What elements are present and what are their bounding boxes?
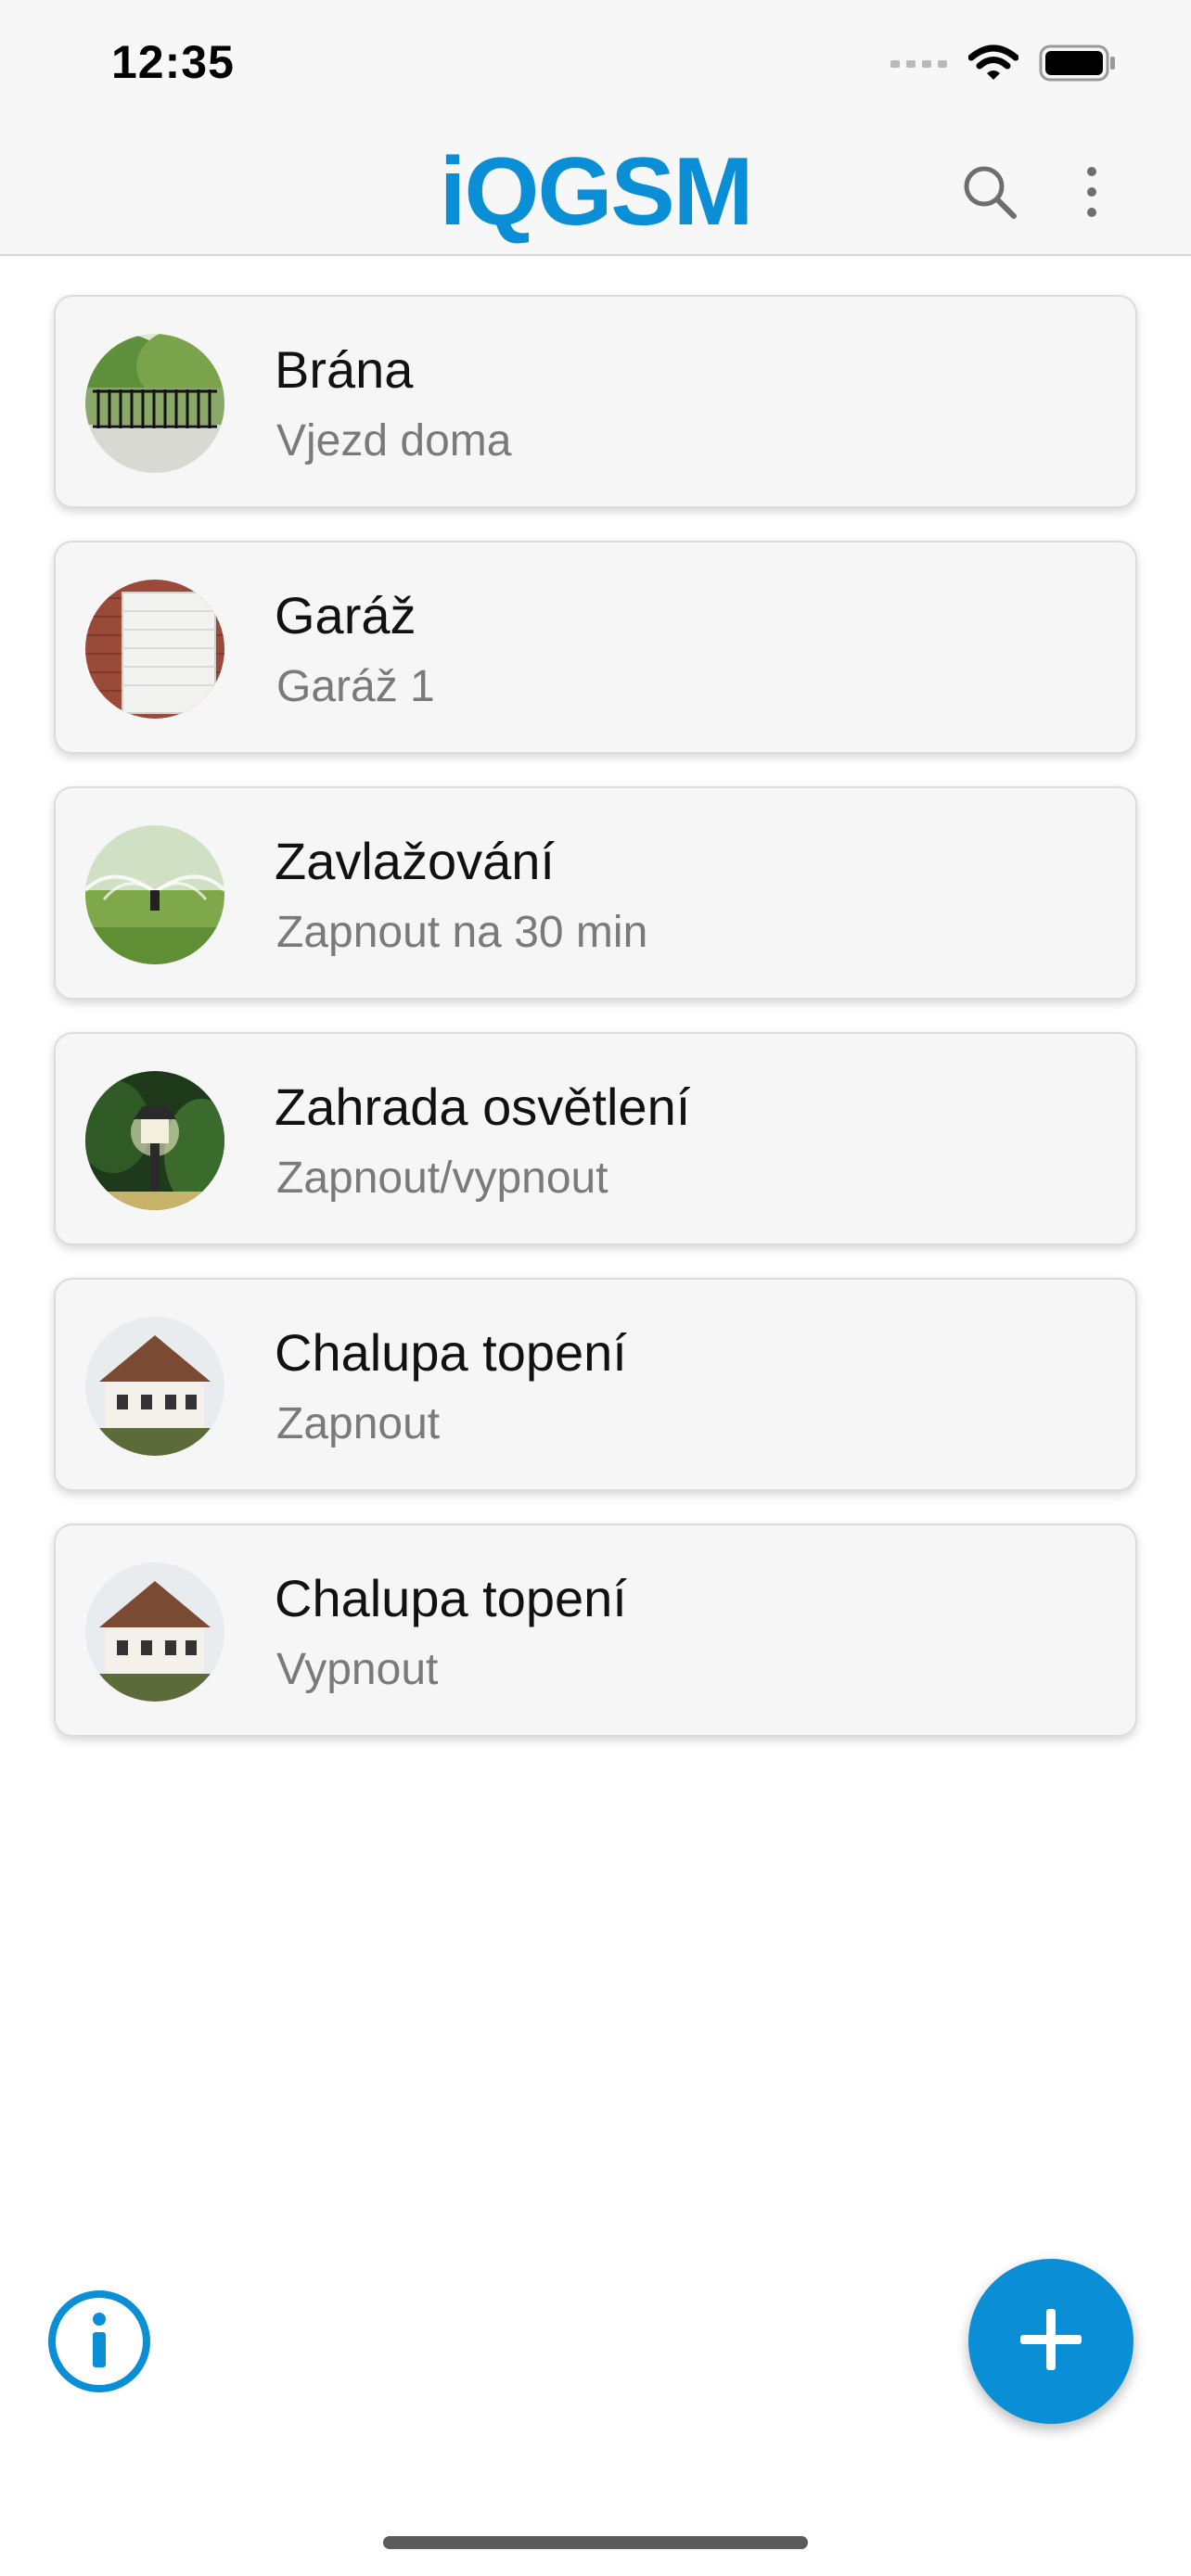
app-header: iQGSM [0, 130, 1191, 256]
device-action: Vjezd doma [276, 416, 512, 465]
device-card-zahrada-osvetleni[interactable]: Zahrada osvětlení Zapnout/vypnout [54, 1032, 1137, 1245]
gate-photo [85, 334, 224, 473]
more-options-button[interactable] [1050, 152, 1133, 236]
device-action: Garáž 1 [276, 662, 435, 711]
device-name: Chalupa topení [275, 1323, 627, 1382]
device-name: Garáž [275, 586, 416, 644]
cottage-photo [85, 1562, 224, 1702]
info-button[interactable] [48, 2290, 150, 2392]
signal-dots-icon [890, 57, 948, 74]
more-vertical-icon [1084, 164, 1099, 224]
device-action: Zapnout/vypnout [276, 1154, 608, 1203]
device-action: Vypnout [276, 1645, 439, 1694]
device-card-garaz[interactable]: Garáž Garáž 1 [54, 541, 1137, 754]
wifi-icon [967, 45, 1019, 86]
battery-icon [1039, 45, 1117, 86]
info-icon [81, 2310, 118, 2374]
search-icon [960, 162, 1019, 226]
device-name: Zavlažování [275, 832, 555, 890]
status-bar: 12:35 [0, 0, 1191, 130]
add-button[interactable] [968, 2259, 1133, 2424]
device-list: Brána Vjezd doma Garáž Garáž 1 Zavlažová… [54, 295, 1137, 1769]
device-name: Brána [275, 340, 414, 399]
device-card-chalupa-topeni-vypnout[interactable]: Chalupa topení Vypnout [54, 1524, 1137, 1737]
device-action: Zapnout na 30 min [276, 908, 648, 957]
garden-lamp-photo [85, 1071, 224, 1210]
sprinkler-photo [85, 825, 224, 964]
home-indicator [383, 2536, 808, 2549]
plus-icon [1018, 2307, 1083, 2377]
device-card-chalupa-topeni-zapnout[interactable]: Chalupa topení Zapnout [54, 1278, 1137, 1491]
device-card-brana[interactable]: Brána Vjezd doma [54, 295, 1137, 508]
status-time: 12:35 [111, 36, 235, 88]
device-name: Zahrada osvětlení [275, 1078, 691, 1136]
device-action: Zapnout [276, 1399, 441, 1448]
cottage-photo [85, 1317, 224, 1456]
garage-door-photo [85, 580, 224, 719]
search-button[interactable] [948, 152, 1031, 236]
status-icons [890, 45, 1117, 86]
device-card-zavlazovani[interactable]: Zavlažování Zapnout na 30 min [54, 786, 1137, 1000]
device-name: Chalupa topení [275, 1569, 627, 1627]
